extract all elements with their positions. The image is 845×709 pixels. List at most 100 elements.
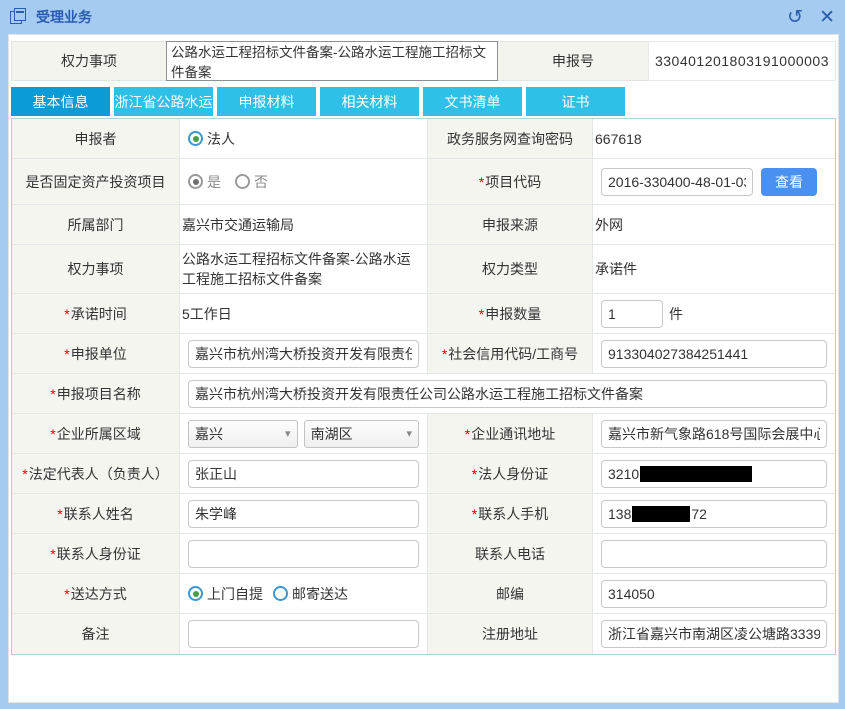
project-name-input[interactable] — [188, 380, 827, 408]
power-item-value: 公路水运工程招标文件备案-公路水运工程施工招标文件备案 — [180, 245, 427, 293]
radio-label: 邮寄送达 — [292, 584, 348, 604]
radio-checked-disabled-icon — [188, 174, 203, 189]
power-item-header-value: 公路水运工程招标文件备案-公路水运工程施工招标文件备案 — [166, 41, 498, 81]
project-code-cell: 查看 — [593, 159, 835, 204]
contact-phone-input[interactable] — [601, 540, 827, 568]
radio-unchecked-icon — [273, 586, 288, 601]
radio-checked-icon — [188, 131, 203, 146]
legal-id-input[interactable]: 3210 — [601, 460, 827, 488]
project-code-input[interactable] — [601, 168, 753, 196]
power-item-header-label: 权力事项 — [11, 41, 166, 81]
apply-unit-input[interactable] — [188, 340, 419, 368]
delivery-cell: 上门自提 邮寄送达 — [180, 574, 427, 613]
required-asterisk: * — [472, 506, 477, 522]
project-name-label: *申报项目名称 — [12, 374, 180, 413]
legal-person-label: *法定代表人（负责人） — [12, 454, 180, 493]
tab-document-list[interactable]: 文书清单 — [423, 87, 522, 116]
fixed-asset-radio-yes: 是 — [188, 172, 221, 192]
project-name-cell — [180, 374, 835, 413]
row-project-name: *申报项目名称 — [12, 374, 835, 414]
credit-code-input[interactable] — [601, 340, 827, 368]
contact-id-label: *联系人身份证 — [12, 534, 180, 573]
contact-id-cell — [180, 534, 427, 573]
credit-code-cell — [593, 334, 835, 373]
row-delivery: *送达方式 上门自提 邮寄送达 邮编 — [12, 574, 835, 614]
apply-source-label: 申报来源 — [427, 205, 593, 244]
legal-person-input[interactable] — [188, 460, 419, 488]
accept-business-window: 受理业务 ↺ ✕ 权力事项 公路水运工程招标文件备案-公路水运工程施工招标文件备… — [0, 0, 845, 709]
tab-apply-materials[interactable]: 申报材料 — [217, 87, 316, 116]
chevron-down-icon: ▾ — [398, 427, 412, 440]
postcode-input[interactable] — [601, 580, 827, 608]
titlebar: 受理业务 ↺ ✕ — [0, 0, 845, 34]
declarer-radio-legal-person[interactable]: 法人 — [188, 129, 235, 149]
company-address-label: *企业通讯地址 — [427, 414, 593, 453]
remark-cell — [180, 614, 427, 654]
radio-label: 上门自提 — [207, 584, 263, 604]
window-title: 受理业务 — [36, 7, 92, 27]
contact-mobile-input[interactable]: 138 72 — [601, 500, 827, 528]
contact-name-input[interactable] — [188, 500, 419, 528]
apply-no-value: 330401201803191000003 — [648, 41, 836, 81]
required-asterisk: * — [472, 466, 477, 482]
reg-address-cell — [593, 614, 835, 654]
required-asterisk: * — [64, 346, 69, 362]
credit-code-label: *社会信用代码/工商号 — [427, 334, 593, 373]
legal-id-cell: 3210 — [593, 454, 835, 493]
radio-label: 是 — [207, 172, 221, 192]
contact-mobile-suffix: 72 — [691, 506, 707, 522]
reg-address-label: 注册地址 — [427, 614, 593, 654]
required-asterisk: * — [64, 586, 69, 602]
region-district-value: 南湖区 — [311, 424, 353, 444]
apply-count-input[interactable] — [601, 300, 663, 328]
tab-bar: 基本信息 浙江省公路水运 申报材料 相关材料 文书清单 证书 — [11, 87, 838, 116]
required-asterisk: * — [22, 466, 27, 482]
radio-checked-icon — [188, 586, 203, 601]
region-city-value: 嘉兴 — [195, 424, 223, 444]
postcode-label: 邮编 — [427, 574, 593, 613]
required-asterisk: * — [50, 426, 55, 442]
region-city-select[interactable]: 嘉兴 ▾ — [188, 420, 298, 448]
delivery-radio-pickup[interactable]: 上门自提 — [188, 584, 263, 604]
radio-label: 法人 — [207, 129, 235, 149]
region-district-select[interactable]: 南湖区 ▾ — [304, 420, 419, 448]
company-address-input[interactable] — [601, 420, 827, 448]
fixed-asset-radio-no: 否 — [235, 172, 268, 192]
apply-unit-label: *申报单位 — [12, 334, 180, 373]
refresh-icon[interactable]: ↺ — [787, 8, 803, 27]
view-button[interactable]: 查看 — [761, 168, 817, 196]
contact-phone-cell — [593, 534, 835, 573]
reg-address-input[interactable] — [601, 620, 827, 648]
close-icon[interactable]: ✕ — [819, 8, 835, 27]
tab-related-materials[interactable]: 相关材料 — [320, 87, 419, 116]
row-power-item: 权力事项 公路水运工程招标文件备案-公路水运工程施工招标文件备案 权力类型 承诺… — [12, 245, 835, 294]
department-value: 嘉兴市交通运输局 — [180, 205, 427, 244]
contact-mobile-prefix: 138 — [608, 506, 631, 522]
postcode-cell — [593, 574, 835, 613]
contact-name-cell — [180, 494, 427, 533]
remark-label: 备注 — [12, 614, 180, 654]
promise-time-label: *承诺时间 — [12, 294, 180, 333]
redaction-block — [640, 466, 752, 482]
required-asterisk: * — [50, 546, 55, 562]
region-label: *企业所属区域 — [12, 414, 180, 453]
row-promise-time: *承诺时间 5工作日 *申报数量 件 — [12, 294, 835, 334]
row-region: *企业所属区域 嘉兴 ▾ 南湖区 ▾ *企业通讯地址 — [12, 414, 835, 454]
apply-count-cell: 件 — [593, 294, 835, 333]
declarer-value: 法人 — [180, 119, 427, 158]
delivery-radio-mail[interactable]: 邮寄送达 — [273, 584, 348, 604]
tab-certificate[interactable]: 证书 — [526, 87, 625, 116]
contact-name-label: *联系人姓名 — [12, 494, 180, 533]
remark-input[interactable] — [188, 620, 419, 648]
tab-zhejiang-highway[interactable]: 浙江省公路水运 — [114, 87, 213, 116]
gov-password-value: 667618 — [593, 119, 835, 158]
required-asterisk: * — [479, 306, 484, 322]
tab-basic-info[interactable]: 基本信息 — [11, 87, 110, 116]
power-type-label: 权力类型 — [427, 245, 593, 293]
region-cell: 嘉兴 ▾ 南湖区 ▾ — [180, 414, 427, 453]
required-asterisk: * — [465, 426, 470, 442]
department-label: 所属部门 — [12, 205, 180, 244]
redaction-block — [632, 506, 690, 522]
contact-id-input[interactable] — [188, 540, 419, 568]
fixed-asset-label: 是否固定资产投资项目 — [12, 159, 180, 204]
